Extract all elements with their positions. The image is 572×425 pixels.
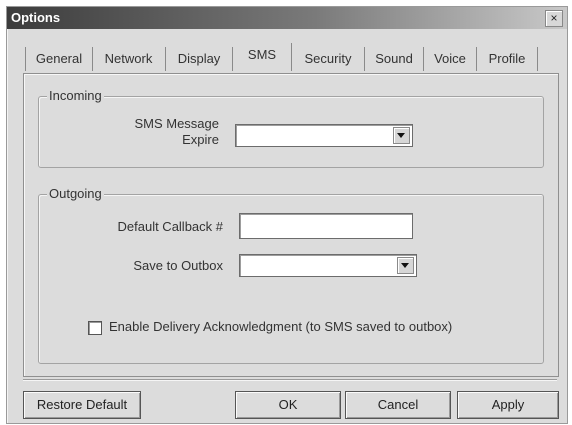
button-separator (23, 379, 557, 381)
tab-security[interactable]: Security (292, 47, 365, 71)
sms-tab-panel: Incoming SMS Message Expire Outgoing Def… (23, 73, 559, 377)
delivery-ack-label[interactable]: Enable Delivery Acknowledgment (to SMS s… (109, 319, 452, 334)
apply-button[interactable]: Apply (457, 391, 559, 419)
outgoing-legend: Outgoing (47, 186, 104, 201)
sms-expire-dropdown-button[interactable] (393, 127, 410, 144)
tab-display[interactable]: Display (166, 47, 233, 71)
sms-expire-label-line1: SMS Message (134, 116, 219, 131)
save-to-outbox-dropdown-button[interactable] (397, 257, 414, 274)
title-bar[interactable]: Options × (7, 7, 567, 29)
save-to-outbox-select[interactable] (239, 254, 417, 277)
sms-expire-label-line2: Expire (182, 132, 219, 147)
delivery-ack-checkbox[interactable] (88, 321, 102, 335)
options-dialog: Options × General Network Display SMS Se… (6, 6, 568, 424)
tab-profile[interactable]: Profile (477, 47, 538, 71)
default-callback-label: Default Callback # (117, 219, 224, 234)
restore-default-button[interactable]: Restore Default (23, 391, 141, 419)
tab-sound[interactable]: Sound (365, 47, 424, 71)
cancel-button[interactable]: Cancel (345, 391, 451, 419)
save-to-outbox-label: Save to Outbox (133, 258, 223, 273)
ok-button[interactable]: OK (235, 391, 341, 419)
tab-general[interactable]: General (25, 47, 93, 71)
tab-sms[interactable]: SMS (233, 43, 292, 71)
close-icon: × (550, 11, 558, 25)
tab-voice[interactable]: Voice (424, 47, 477, 71)
default-callback-input[interactable] (239, 213, 413, 239)
sms-expire-select[interactable] (235, 124, 413, 147)
window-title: Options (11, 10, 61, 25)
incoming-legend: Incoming (47, 88, 104, 103)
outgoing-group: Outgoing Default Callback # Save to Outb… (38, 186, 544, 364)
chevron-down-icon (401, 263, 409, 268)
tab-network[interactable]: Network (92, 47, 166, 71)
incoming-group: Incoming SMS Message Expire (38, 88, 544, 168)
close-button[interactable]: × (545, 10, 563, 27)
chevron-down-icon (397, 133, 405, 138)
